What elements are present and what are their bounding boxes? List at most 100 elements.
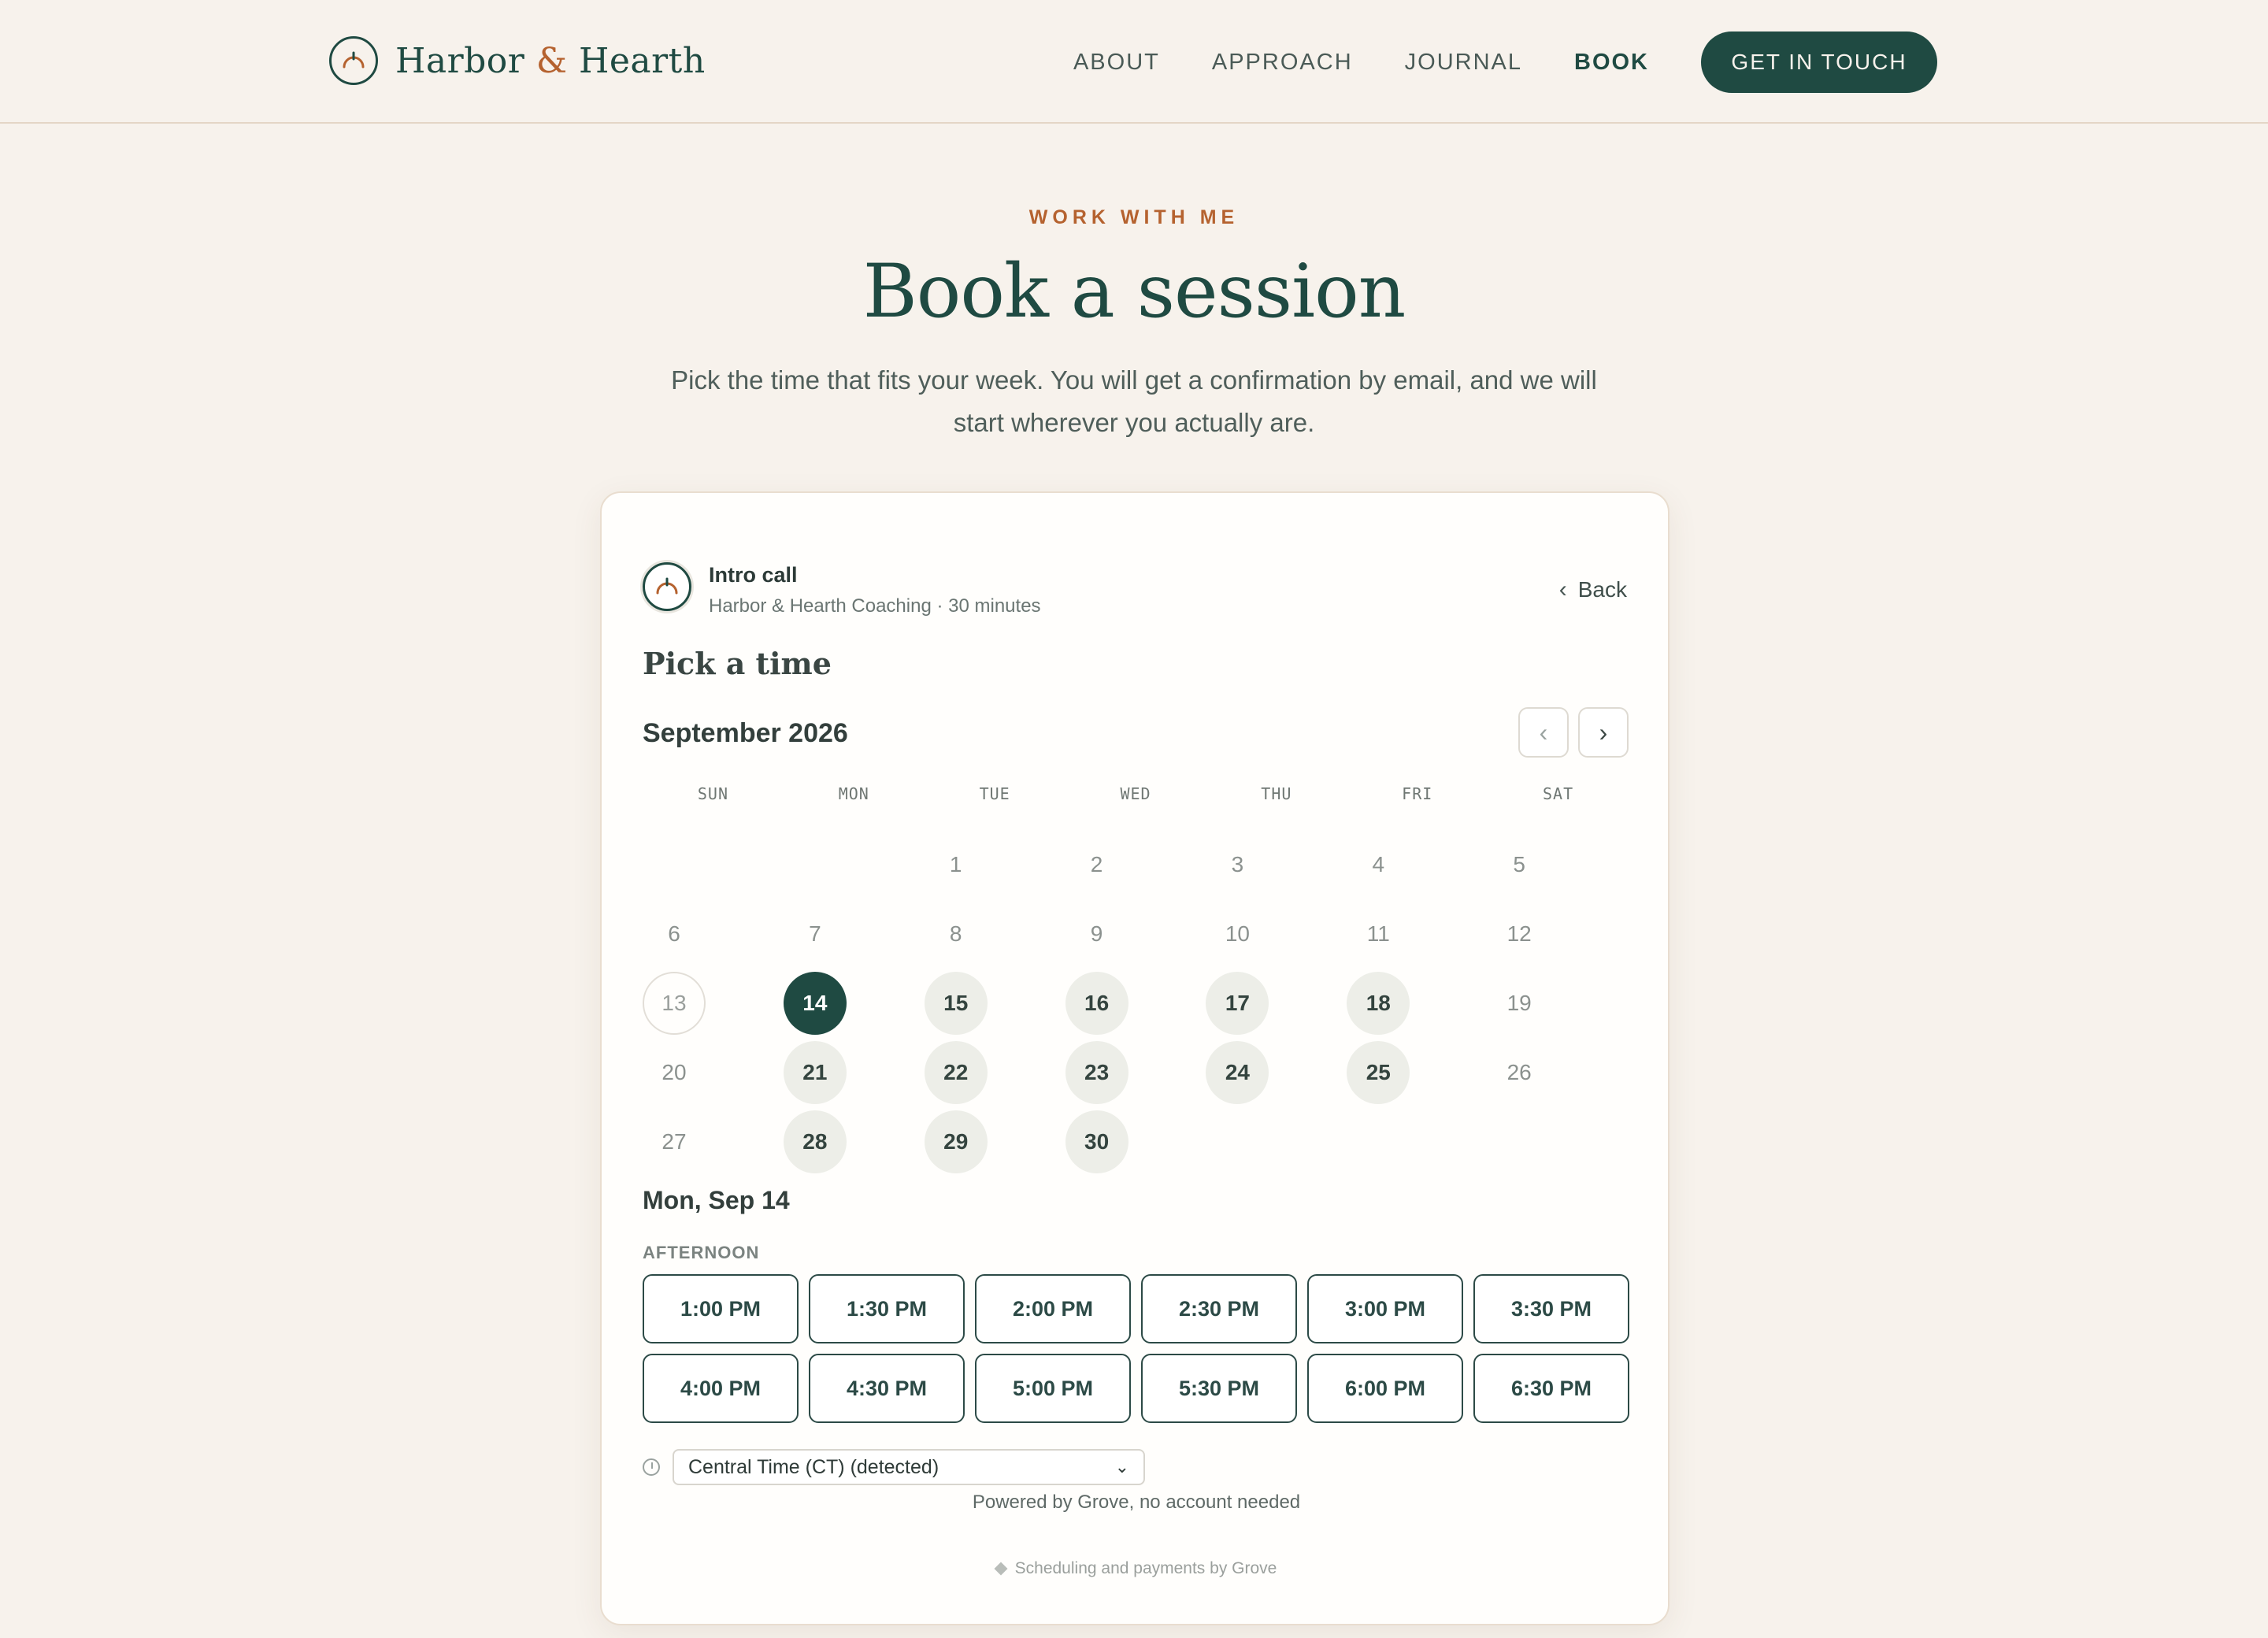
calendar-day-25[interactable]: 25	[1347, 1041, 1410, 1104]
nav-link-approach[interactable]: APPROACH	[1212, 50, 1353, 76]
calendar-day-4: 4	[1372, 852, 1385, 876]
calendar-cell: 16	[1065, 969, 1206, 1038]
calendar-cell	[1347, 1107, 1488, 1177]
calendar-day-10: 10	[1225, 921, 1251, 946]
brand[interactable]: Harbor & Hearth	[329, 36, 706, 85]
calendar-day-28[interactable]: 28	[783, 1110, 847, 1173]
calendar-cell	[643, 830, 784, 899]
calendar-day-29[interactable]: 29	[924, 1110, 988, 1173]
calendar-cell: 19	[1488, 969, 1629, 1038]
calendar-cell	[1488, 1107, 1629, 1177]
timezone-row: Central Time (CT) (detected) ⌄	[643, 1449, 1145, 1485]
period-label: AFTERNOON	[643, 1243, 760, 1262]
calendar-grid: 1 2 3 4 5 6 7 8 9 10 11 12 13 14 15 16 17 18 19 20 21 22 23 24 2…	[643, 830, 1629, 1177]
calendar-cell: 10	[1206, 899, 1347, 969]
calendar-cell: 28	[783, 1107, 925, 1177]
nav-link-about[interactable]: ABOUT	[1073, 50, 1160, 76]
event-title: Intro call	[709, 563, 798, 587]
calendar-day-1: 1	[949, 852, 962, 876]
calendar-cell: 15	[924, 969, 1065, 1038]
weekday-wed: WED	[1120, 784, 1151, 803]
back-button[interactable]: ‹ Back	[1559, 576, 1627, 603]
calendar-cell: 1	[925, 830, 1065, 899]
selected-date-label: Mon, Sep 14	[643, 1186, 790, 1214]
footer-note: Scheduling and payments by Grove	[602, 1559, 1671, 1578]
calendar-cell: 4	[1347, 830, 1488, 899]
calendar-day-22[interactable]: 22	[924, 1041, 988, 1104]
weekday-fri: FRI	[1402, 784, 1433, 803]
weekday-sun: SUN	[697, 784, 728, 803]
calendar-day-15[interactable]: 15	[924, 972, 988, 1035]
time-slot-button[interactable]: 6:30 PM	[1473, 1354, 1629, 1423]
get-in-touch-button[interactable]: GET IN TOUCH	[1701, 32, 1937, 93]
calendar-cell: 13	[643, 969, 784, 1038]
previous-month-button[interactable]: ‹	[1518, 707, 1569, 758]
calendar-week: 13 14 15 16 17 18 19	[643, 969, 1629, 1038]
weekday-sat: SAT	[1543, 784, 1574, 803]
grove-diamond-icon	[994, 1562, 1008, 1576]
footer-note-text: Scheduling and payments by Grove	[1014, 1559, 1277, 1577]
calendar-day-18[interactable]: 18	[1347, 972, 1410, 1035]
brand-name-second: Hearth	[579, 40, 706, 81]
calendar-cell: 7	[784, 899, 925, 969]
calendar-day-30[interactable]: 30	[1065, 1110, 1128, 1173]
time-slot-button[interactable]: 3:30 PM	[1473, 1274, 1629, 1343]
calendar-day-9: 9	[1090, 921, 1103, 946]
time-slot-button[interactable]: 2:30 PM	[1141, 1274, 1297, 1343]
calendar-day-3: 3	[1231, 852, 1244, 876]
chevron-left-icon: ‹	[1558, 576, 1567, 602]
calendar-day-24[interactable]: 24	[1206, 1041, 1269, 1104]
calendar-cell: 23	[1065, 1038, 1206, 1107]
harbor-arc-icon	[329, 36, 378, 85]
calendar-day-17[interactable]: 17	[1206, 972, 1269, 1035]
calendar-cell: 11	[1347, 899, 1488, 969]
next-month-button[interactable]: ›	[1578, 707, 1629, 758]
time-slot-button[interactable]: 3:00 PM	[1307, 1274, 1463, 1343]
calendar-week: 6 7 8 9 10 11 12	[643, 899, 1629, 969]
main-nav: ABOUT APPROACH JOURNAL BOOK GET IN TOUCH	[1073, 32, 1937, 93]
calendar-cell: 17	[1206, 969, 1347, 1038]
time-slot-list: 1:00 PM 1:30 PM 2:00 PM 2:30 PM 3:00 PM 3:30 …	[643, 1274, 1630, 1433]
powered-by-text: Powered by Grove, no account needed	[972, 1492, 1301, 1513]
time-slot-button[interactable]: 4:30 PM	[809, 1354, 965, 1423]
weekday-mon: MON	[838, 784, 869, 803]
time-slot-button[interactable]: 2:00 PM	[975, 1274, 1131, 1343]
calendar-cell: 27	[643, 1107, 784, 1177]
event-text: Intro call Harbor & Hearth Coaching · 30…	[709, 562, 1041, 617]
calendar-day-2: 2	[1090, 852, 1103, 876]
nav-link-book[interactable]: BOOK	[1574, 50, 1649, 76]
weekday-header: SUN MON TUE WED THU FRI SAT	[643, 784, 1629, 803]
timezone-select[interactable]: Central Time (CT) (detected) ⌄	[673, 1449, 1145, 1485]
calendar-day-13: 13	[643, 972, 706, 1035]
time-slot-button[interactable]: 1:00 PM	[643, 1274, 799, 1343]
calendar-day-14[interactable]: 14	[783, 972, 847, 1035]
calendar-cell: 3	[1206, 830, 1347, 899]
weekday-thu: THU	[1261, 784, 1292, 803]
time-slot-button[interactable]: 1:30 PM	[809, 1274, 965, 1343]
timezone-value: Central Time (CT) (detected)	[688, 1455, 939, 1478]
calendar-day-12: 12	[1506, 921, 1532, 946]
calendar-cell: 24	[1206, 1038, 1347, 1107]
calendar-day-21[interactable]: 21	[783, 1041, 847, 1104]
time-slot-button[interactable]: 6:00 PM	[1307, 1354, 1463, 1423]
chevron-left-icon: ‹	[1539, 717, 1548, 747]
calendar-day-26: 26	[1506, 1060, 1532, 1084]
calendar-cell: 18	[1347, 969, 1488, 1038]
calendar-day-6: 6	[668, 921, 680, 946]
calendar-day-16[interactable]: 16	[1065, 972, 1128, 1035]
eyebrow-label: WORK WITH ME	[1028, 206, 1240, 228]
section-title: Pick a time	[643, 646, 832, 681]
time-slot-button[interactable]: 4:00 PM	[643, 1354, 799, 1423]
calendar-cell	[1206, 1107, 1347, 1177]
calendar-day-23[interactable]: 23	[1065, 1041, 1128, 1104]
calendar-cell	[784, 830, 925, 899]
clock-icon	[643, 1458, 660, 1476]
time-slot-button[interactable]: 5:00 PM	[975, 1354, 1131, 1423]
calendar-cell: 26	[1488, 1038, 1629, 1107]
calendar-cell: 6	[643, 899, 784, 969]
nav-link-journal[interactable]: JOURNAL	[1405, 50, 1522, 76]
time-slot-button[interactable]: 5:30 PM	[1141, 1354, 1297, 1423]
intro-text: Pick the time that fits your week. You w…	[671, 365, 1597, 437]
calendar-week: 1 2 3 4 5	[643, 830, 1629, 899]
calendar-cell: 12	[1488, 899, 1629, 969]
